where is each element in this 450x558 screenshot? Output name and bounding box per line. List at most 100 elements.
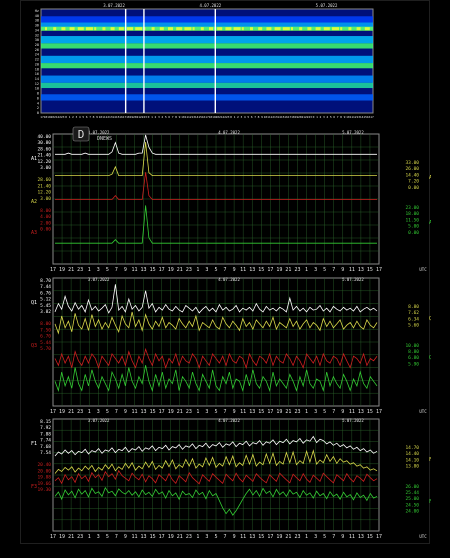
panel-x-tick: 1 [305, 534, 308, 540]
panel-x-tick: 9 [124, 534, 127, 540]
panel-left-tick: 5.70 [40, 346, 51, 352]
spectrogram-date-label: 5.07.2022 [316, 3, 338, 8]
panel-x-tick: 7 [332, 267, 335, 273]
panel-left-tick: 7.88 [40, 431, 51, 437]
panel-x-tick: 3 [314, 534, 317, 540]
spectrogram-x-tick: 0 [230, 115, 232, 119]
panel-x-tick: 3 [97, 267, 100, 273]
spectrogram-x-tick: 7 [254, 115, 256, 119]
panel-x-tick: 23 [186, 409, 192, 415]
panel-right-tick: 5.90 [408, 361, 419, 367]
spectrogram-y-tick: 6 [37, 96, 39, 100]
spectrogram-x-tick: 8 [93, 115, 95, 119]
panel-x-tick: 5 [323, 409, 326, 415]
chart-stage: Hz 40 38 36 34 32 30 28 26 24 22 20 18 16 14 12 10 8 6 4 2 0 3… [0, 0, 450, 558]
spectrogram-y-tick: 18 [35, 67, 39, 71]
panel-x-unit: UTC [419, 534, 427, 539]
panel-x-tick: 15 [150, 409, 156, 415]
spectrogram-y-tick: 22 [35, 58, 39, 62]
chart-frame: Hz 40 38 36 34 32 30 28 26 24 22 20 18 16 14 12 10 8 6 4 2 0 3… [20, 0, 435, 544]
panel-x-tick: 15 [258, 267, 264, 273]
spectrogram-hotspot [299, 27, 303, 31]
panel-x-tick: 19 [168, 534, 174, 540]
spectrogram-band [41, 75, 373, 83]
spectrogram-y-tick: 34 [35, 28, 39, 32]
spectrogram-y-tick: 36 [35, 24, 39, 28]
panel-right-tick: 13.80 [405, 464, 419, 470]
panel-x-tick: 7 [224, 534, 227, 540]
spectrogram-hotspot [53, 27, 57, 31]
panel-x-tick: 13 [358, 534, 364, 540]
panel-x-tick: 1 [196, 534, 199, 540]
panel-x-tick: 17 [50, 267, 56, 273]
panel-left-tick: 8.70 [40, 278, 51, 284]
panel-x-tick: 3 [205, 534, 208, 540]
spectrogram-hotspot [200, 27, 204, 31]
panel-x-tick: 3 [97, 409, 100, 415]
spectrogram-x-tick: 2 [237, 115, 239, 119]
spectrogram-y-tick: 28 [35, 43, 39, 47]
panel-right-tick: 23.00 [405, 205, 419, 211]
panel-x-tick: 15 [367, 267, 373, 273]
spectrogram-y-tick: Hz [35, 9, 39, 13]
spectrogram-band [41, 36, 373, 44]
spectrogram-y-tick: 24 [35, 53, 39, 57]
panel-left-tick: 7.74 [40, 438, 51, 444]
panel-date-label: 5.07.2022 [342, 418, 364, 423]
panel-x-tick: 19 [59, 409, 65, 415]
panel-left-tick: 5.44 [40, 340, 51, 346]
spectrogram-x-tick: 3 [240, 115, 242, 119]
spectrogram-x-tick: 0 [65, 115, 67, 119]
panel-x-tick: 21 [68, 534, 74, 540]
panel-left-tick: 12.20 [37, 159, 51, 165]
panel-x-tick: 17 [376, 267, 382, 273]
panel-x-tick: 11 [349, 409, 355, 415]
panel-x-tick: 23 [186, 534, 192, 540]
panel-left-tick: 8.00 [40, 208, 51, 214]
spectrogram-y-tick: 30 [35, 38, 39, 42]
panel-left-axis-name: A3 [31, 230, 37, 236]
spectrogram-hotspot [184, 27, 192, 31]
spectrogram-x-tick: 6 [168, 115, 170, 119]
spectrogram-hotspot [192, 27, 195, 31]
panel-left-tick: 6.76 [40, 290, 51, 296]
panel-x-tick: 1 [88, 267, 91, 273]
panel-x-tick: 23 [77, 534, 83, 540]
panel-x-tick: 15 [150, 267, 156, 273]
panel-right-tick: 7.62 [408, 310, 419, 316]
spectrogram-x-tick: 2 [155, 115, 157, 119]
panel-x-tick: 15 [258, 534, 264, 540]
panel-x-unit: UTC [419, 409, 427, 414]
panel-right-tick: 14.40 [405, 172, 419, 178]
spectrogram-hotspot [332, 27, 339, 31]
panel-date-label: 3.07.2022 [88, 277, 110, 282]
panel-x-tick: 11 [131, 534, 137, 540]
panel-frequency [52, 418, 380, 532]
spectrogram-x-tick: 4 [326, 115, 328, 119]
spectrogram-x-tick: 4 [79, 115, 81, 119]
spectrogram-x-tick: 23 [226, 115, 230, 119]
panel-right-tick: 24.00 [405, 509, 419, 515]
spectrogram-x-tick: 8 [340, 115, 342, 119]
panel-x-tick: 19 [276, 409, 282, 415]
spectrogram-x-tick: 4 [161, 115, 163, 119]
spectrogram-x-tick: 3 [323, 115, 325, 119]
spectrogram-hotspot [348, 27, 352, 31]
panel-x-tick: 7 [115, 267, 118, 273]
panel-x-tick: 13 [141, 534, 147, 540]
panel-x-tick: 13 [141, 409, 147, 415]
panel-x-tick: 21 [285, 409, 291, 415]
panel-left-tick: 8.15 [40, 419, 51, 425]
panel-left-tick: 19.88 [37, 475, 51, 481]
spectrogram-y-tick: 4 [37, 101, 39, 105]
panel-x-tick: 3 [314, 267, 317, 273]
spectrogram-hotspot [258, 27, 263, 31]
panel-x-tick: 7 [224, 267, 227, 273]
panel-left-tick: 3.82 [40, 309, 51, 315]
panel-x-tick: 21 [177, 409, 183, 415]
panel-x-tick: 7 [332, 534, 335, 540]
spectrogram-band [41, 55, 373, 64]
spectrogram-band [41, 16, 373, 23]
spectrogram-x-tick: 6 [251, 115, 253, 119]
spectrogram-y-tick: 38 [35, 19, 39, 23]
